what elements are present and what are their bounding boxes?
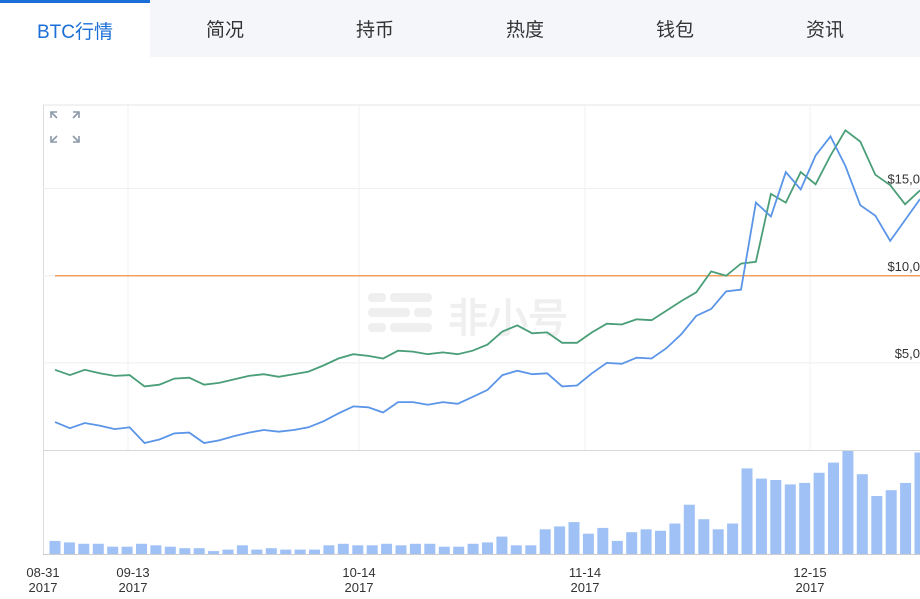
volume-bar	[78, 543, 90, 554]
volume-bar	[222, 549, 234, 554]
volume-bar	[337, 543, 349, 554]
volume-bar	[828, 462, 839, 554]
x-tick-label: 09-13	[116, 565, 149, 580]
x-tick-labels: 08-31 2017 09-13 2017 10-14 2017 11-14 2…	[26, 565, 826, 595]
volume-bar	[453, 546, 465, 554]
volume-bar	[871, 496, 883, 554]
volume-bar	[438, 546, 450, 554]
tab-btc-market[interactable]: BTC行情	[0, 0, 150, 57]
volume-bar	[885, 490, 897, 554]
volume-bar	[280, 549, 292, 554]
tab-holdings[interactable]: 持币	[300, 0, 450, 57]
volume-bars	[49, 451, 920, 554]
volume-bar	[640, 529, 652, 554]
volume-bar	[107, 546, 119, 554]
tab-overview[interactable]: 简况	[150, 0, 300, 57]
volume-bar	[121, 546, 133, 554]
y-tick-label: $15,0	[887, 172, 920, 187]
chart-grid	[43, 105, 920, 450]
x-tick-year: 2017	[571, 580, 600, 595]
tab-news[interactable]: 资讯	[750, 0, 900, 57]
tab-wallet[interactable]: 钱包	[600, 0, 750, 57]
x-tick-label: 12-15	[793, 565, 826, 580]
volume-bar	[496, 536, 508, 554]
x-tick-year: 2017	[29, 580, 58, 595]
volume-bar	[92, 543, 104, 554]
volume-bar	[150, 545, 162, 554]
volume-bar	[467, 543, 479, 554]
volume-bar	[755, 478, 767, 554]
watermark-logo-icon	[368, 293, 432, 332]
x-tick-year: 2017	[345, 580, 374, 595]
tab-popularity[interactable]: 热度	[450, 0, 600, 57]
tab-bar: BTC行情 简况 持币 热度 钱包 资讯	[0, 0, 920, 57]
volume-bar	[568, 522, 580, 554]
y-tick-label: $10,0	[887, 259, 920, 274]
volume-bar	[712, 529, 724, 554]
volume-bar	[309, 549, 320, 554]
volume-bar	[323, 545, 335, 554]
volume-bar	[611, 540, 623, 554]
volume-bar	[424, 543, 436, 554]
volume-bar	[900, 482, 912, 554]
x-tick-label: 10-14	[342, 565, 375, 580]
volume-bar	[179, 548, 191, 554]
volume-bar	[539, 529, 551, 554]
volume-bar	[63, 542, 75, 554]
volume-bar	[655, 530, 666, 554]
volume-bar	[582, 533, 594, 554]
volume-bar	[409, 543, 421, 554]
volume-bar	[366, 545, 378, 554]
volume-bar	[136, 543, 147, 554]
price-chart: 非小号 $15,0 $10,0 $5,0 08-31 2017 09-13 20…	[26, 104, 920, 595]
x-tick-label: 08-31	[26, 565, 59, 580]
volume-bar	[626, 532, 638, 554]
volume-bar	[164, 546, 176, 554]
x-tick-label: 11-14	[569, 565, 601, 580]
volume-bar	[842, 451, 854, 554]
y-tick-labels: $15,0 $10,0 $5,0	[887, 172, 920, 361]
x-tick-year: 2017	[119, 580, 148, 595]
volume-bar	[727, 523, 739, 554]
fullscreen-expand-icon[interactable]	[50, 111, 80, 143]
volume-bar	[49, 540, 61, 554]
volume-bar	[669, 523, 681, 554]
volume-bar	[294, 549, 306, 554]
volume-bar	[208, 551, 220, 554]
volume-bar	[856, 474, 868, 554]
volume-bar	[236, 545, 248, 554]
volume-bar	[193, 548, 205, 554]
volume-bar	[395, 545, 407, 554]
volume-bar	[784, 484, 796, 554]
series-upper-line	[54, 128, 920, 388]
volume-bar	[381, 543, 393, 554]
volume-bar	[482, 542, 493, 554]
volume-bar	[799, 482, 811, 554]
volume-bar	[914, 452, 920, 554]
volume-bar	[683, 504, 695, 554]
volume-bar	[698, 519, 710, 554]
volume-bar	[741, 468, 753, 554]
volume-bar	[770, 480, 782, 554]
volume-bar	[251, 549, 263, 554]
volume-bar	[554, 526, 566, 554]
volume-bar	[813, 472, 825, 554]
volume-bar	[352, 545, 364, 554]
x-tick-year: 2017	[796, 580, 825, 595]
series-lower-line	[54, 134, 920, 444]
y-tick-label: $5,0	[895, 346, 920, 361]
volume-bar	[265, 548, 277, 554]
volume-bar	[525, 545, 537, 554]
volume-bar	[510, 545, 522, 554]
volume-bar	[597, 527, 609, 554]
